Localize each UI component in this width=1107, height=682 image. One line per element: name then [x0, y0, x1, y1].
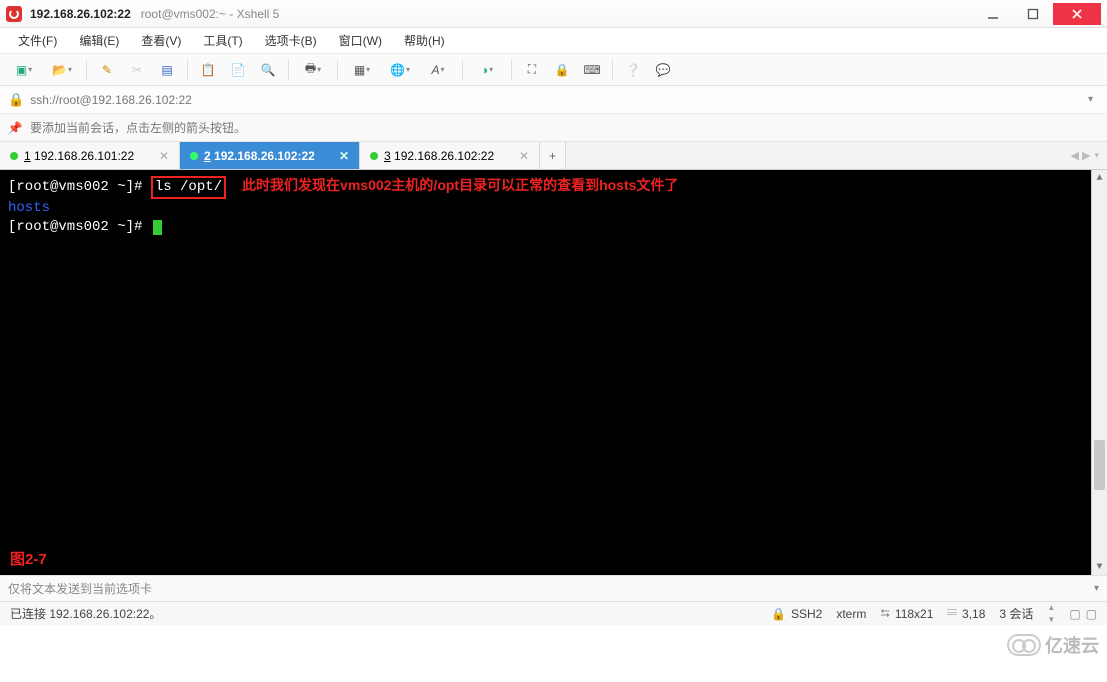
- annotation-text: 此时我们发现在vms002主机的/opt目录可以正常的查看到hosts文件了: [242, 177, 678, 193]
- menu-bar: 文件(F) 编辑(E) 查看(V) 工具(T) 选项卡(B) 窗口(W) 帮助(…: [0, 28, 1107, 54]
- color-scheme-button[interactable]: ◑▾: [469, 57, 505, 83]
- status-dot-icon: [190, 152, 198, 160]
- scroll-up-icon[interactable]: ▲: [1092, 170, 1107, 186]
- tab-nav[interactable]: ◀ ▶ ▾: [1062, 142, 1107, 169]
- shell-prompt: [root@vms002 ~]#: [8, 179, 151, 195]
- watermark-text: 亿速云: [1045, 632, 1099, 658]
- session-stepper[interactable]: ▲▼: [1047, 604, 1055, 623]
- menu-tools[interactable]: 工具(T): [195, 30, 250, 51]
- send-target-dropdown[interactable]: 仅将文本发送到当前选项卡 ▾: [0, 575, 1107, 601]
- status-dot-icon: [370, 152, 378, 160]
- window-title-sub: root@vms002:~ - Xshell 5: [141, 7, 280, 21]
- font-button[interactable]: A▾: [420, 57, 456, 83]
- watermark: 亿速云: [1007, 632, 1099, 658]
- copy-button[interactable]: 📋: [194, 57, 222, 83]
- position-icon: 𝄘: [947, 606, 957, 621]
- send-target-label: 仅将文本发送到当前选项卡: [8, 580, 152, 597]
- help-icon[interactable]: ❔: [619, 57, 647, 83]
- keyboard-icon[interactable]: ⌨: [578, 57, 606, 83]
- find-button[interactable]: 🔍: [254, 57, 282, 83]
- command-highlight: ls /opt/: [151, 176, 226, 199]
- figure-label: 图2-7: [10, 550, 47, 569]
- session-tab-2[interactable]: 2 192.168.26.102:22 ✕: [180, 142, 360, 169]
- size-icon: ⮀: [880, 606, 890, 621]
- terminal-scrollbar[interactable]: ▲ ▼: [1091, 170, 1107, 575]
- minimize-button[interactable]: [973, 3, 1013, 25]
- watermark-logo-icon: [1007, 634, 1041, 656]
- layout-button[interactable]: ▦▾: [344, 57, 380, 83]
- lock-small-icon: 🔒: [8, 92, 24, 108]
- status-connection: 已连接 192.168.26.102:22。: [10, 605, 161, 622]
- hint-text: 要添加当前会话，点击左侧的箭头按钮。: [30, 119, 246, 136]
- hint-bar: 📌 要添加当前会话，点击左侧的箭头按钮。: [0, 114, 1107, 142]
- title-bar: 192.168.26.102:22 root@vms002:~ - Xshell…: [0, 0, 1107, 28]
- paste-button[interactable]: 📄: [224, 57, 252, 83]
- menu-edit[interactable]: 编辑(E): [71, 30, 127, 51]
- properties-button[interactable]: ▤: [153, 57, 181, 83]
- tab-close-icon[interactable]: ✕: [519, 149, 529, 163]
- menu-file[interactable]: 文件(F): [10, 30, 65, 51]
- tab-close-icon[interactable]: ✕: [159, 149, 169, 163]
- menu-view[interactable]: 查看(V): [133, 30, 189, 51]
- scrollbar-thumb[interactable]: [1094, 440, 1105, 490]
- caps-icon: ▢: [1069, 607, 1080, 621]
- menu-tabs[interactable]: 选项卡(B): [257, 30, 325, 51]
- menu-help[interactable]: 帮助(H): [396, 30, 453, 51]
- terminal-cursor: [153, 220, 162, 235]
- maximize-button[interactable]: [1013, 3, 1053, 25]
- status-termtype: xterm: [836, 607, 866, 621]
- tab-close-icon[interactable]: ✕: [339, 149, 349, 163]
- app-icon: [6, 6, 22, 22]
- terminal-output: hosts: [8, 199, 1099, 218]
- address-bar: 🔒 ssh://root@192.168.26.102:22 ▾: [0, 86, 1107, 114]
- reconnect-button[interactable]: ✎: [93, 57, 121, 83]
- toolbar: ▣▾ 📂▾ ✎ ✂ ▤ 📋 📄 🔍 🖶▾ ▦▾ 🌐▾ A▾ ◑▾ ⛶ 🔒 ⌨ ❔…: [0, 54, 1107, 86]
- new-session-button[interactable]: ▣▾: [6, 57, 42, 83]
- close-button[interactable]: [1053, 3, 1101, 25]
- fullscreen-button[interactable]: ⛶: [518, 57, 546, 83]
- address-url[interactable]: ssh://root@192.168.26.102:22: [30, 93, 1082, 107]
- status-bar: 已连接 192.168.26.102:22。 🔒 SSH2 xterm ⮀ 118x…: [0, 601, 1107, 625]
- address-dropdown-icon[interactable]: ▾: [1082, 94, 1099, 105]
- open-session-button[interactable]: 📂▾: [44, 57, 80, 83]
- print-button[interactable]: 🖶▾: [295, 57, 331, 83]
- scroll-down-icon[interactable]: ▼: [1092, 559, 1107, 575]
- status-size: 118x21: [895, 607, 933, 621]
- status-protocol: SSH2: [791, 607, 822, 621]
- lock-status-icon: 🔒: [771, 607, 786, 621]
- status-position: 3,18: [962, 607, 985, 621]
- lock-icon[interactable]: 🔒: [548, 57, 576, 83]
- tab-bar: 1 192.168.26.101:22 ✕ 2 192.168.26.102:2…: [0, 142, 1107, 170]
- num-icon: ▢: [1086, 607, 1097, 621]
- feedback-icon[interactable]: 💬: [649, 57, 677, 83]
- window-title-main: 192.168.26.102:22: [30, 7, 131, 21]
- status-sessions: 3 会话: [999, 605, 1033, 622]
- terminal[interactable]: [root@vms002 ~]# ls /opt/此时我们发现在vms002主机…: [0, 170, 1107, 575]
- add-tab-button[interactable]: +: [540, 142, 566, 169]
- status-dot-icon: [10, 152, 18, 160]
- pin-icon[interactable]: 📌: [8, 121, 22, 135]
- language-button[interactable]: 🌐▾: [382, 57, 418, 83]
- menu-window[interactable]: 窗口(W): [331, 30, 390, 51]
- disconnect-button[interactable]: ✂: [123, 57, 151, 83]
- session-tab-1[interactable]: 1 192.168.26.101:22 ✕: [0, 142, 180, 169]
- session-tab-3[interactable]: 3 192.168.26.102:22 ✕: [360, 142, 540, 169]
- chevron-down-icon: ▾: [1094, 583, 1099, 594]
- shell-prompt: [root@vms002 ~]#: [8, 219, 151, 235]
